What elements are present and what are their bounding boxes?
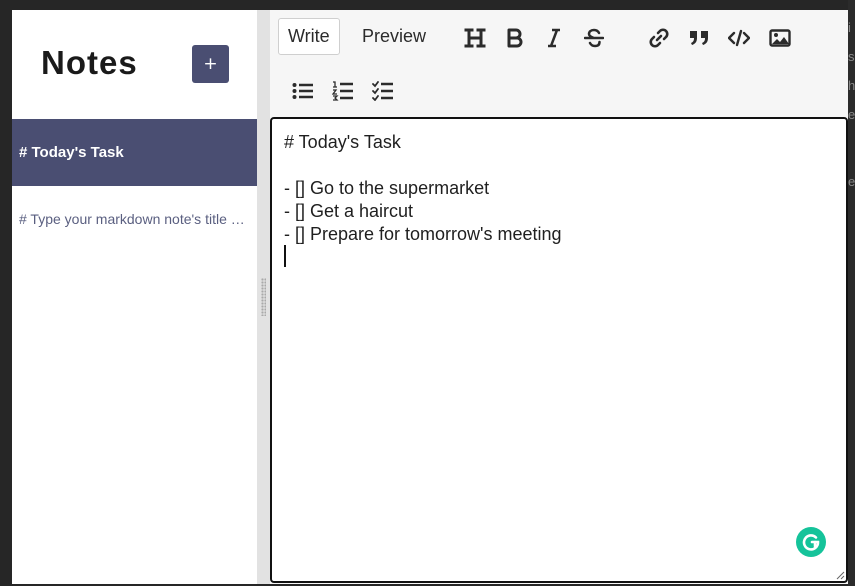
editor-line: - [] Go to the supermarket — [284, 178, 490, 198]
resize-handle-icon[interactable] — [835, 570, 845, 580]
editor-line: - [] Get a haircut — [284, 201, 414, 221]
tab-write[interactable]: Write — [278, 18, 340, 55]
strikethrough-icon[interactable] — [579, 23, 609, 53]
app-title: Notes — [41, 44, 138, 81]
grammarly-icon[interactable] — [796, 527, 826, 557]
bold-icon[interactable] — [500, 23, 530, 53]
note-list-item-active[interactable]: # Today's Task — [12, 119, 257, 186]
editor-line: - [] Prepare for tomorrow's meeting — [284, 224, 562, 244]
gutter-drag-handle[interactable] — [261, 278, 266, 316]
image-icon[interactable] — [765, 23, 795, 53]
ordered-list-icon[interactable] — [328, 76, 358, 106]
markdown-textarea[interactable]: # Today's Task - [] Go to the supermarke… — [270, 117, 848, 583]
background-text-fragment: i — [848, 21, 851, 35]
background-text-fragment: h — [848, 79, 855, 93]
unordered-list-icon[interactable] — [288, 76, 318, 106]
checklist-icon[interactable] — [368, 76, 398, 106]
sidebar-header: Notes + — [12, 10, 257, 119]
notes-sidebar: Notes + # Today's Task # Type your markd… — [12, 10, 257, 584]
code-icon[interactable] — [724, 23, 754, 53]
editor-toolbar: Write Preview — [270, 10, 848, 117]
tab-preview[interactable]: Preview — [352, 18, 436, 55]
editor-line: # Today's Task — [284, 132, 401, 152]
header-icon[interactable] — [460, 23, 490, 53]
split-gutter[interactable] — [257, 10, 270, 584]
background-text-fragment: e — [848, 175, 855, 189]
background-text-fragment: s — [848, 50, 855, 64]
note-list-item[interactable]: # Type your markdown note's title here — [12, 204, 257, 234]
link-icon[interactable] — [644, 23, 674, 53]
italic-icon[interactable] — [539, 23, 569, 53]
quote-icon[interactable] — [684, 23, 714, 53]
text-caret — [284, 245, 286, 267]
markdown-editor: Write Preview # Today's Task - [] Go to … — [270, 10, 848, 584]
background-text-fragment: e — [848, 108, 855, 122]
new-note-button[interactable]: + — [192, 45, 229, 83]
